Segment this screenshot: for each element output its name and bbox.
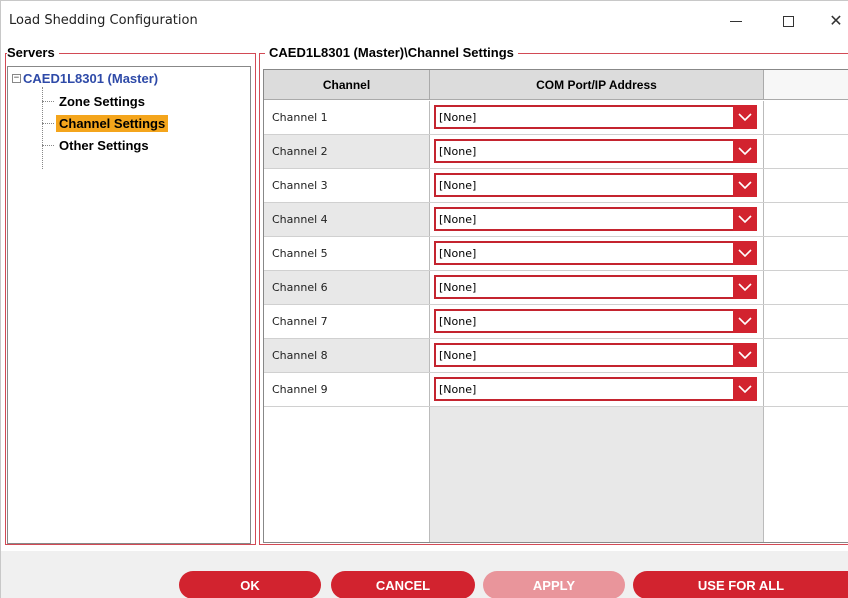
address-cell: [None] [430, 203, 764, 236]
table-row: Channel 9 [None] [264, 373, 848, 407]
dropdown-value: [None] [439, 110, 477, 124]
address-dropdown[interactable]: [None] [434, 139, 757, 163]
tree-branch-line [42, 145, 54, 146]
minimize-icon [730, 20, 742, 22]
chevron-down-icon[interactable] [733, 105, 757, 129]
window-title: Load Shedding Configuration [9, 13, 198, 28]
collapse-icon[interactable]: − [12, 74, 21, 83]
dropdown-value: [None] [439, 280, 477, 294]
table-row: Channel 8 [None] [264, 339, 848, 373]
channel-cell: Channel 2 [264, 135, 430, 168]
empty-grid-area [264, 407, 430, 542]
dropdown-value: [None] [439, 246, 477, 260]
channel-cell: Channel 9 [264, 373, 430, 406]
dropdown-value: [None] [439, 144, 477, 158]
address-cell: [None] [430, 135, 764, 168]
table-row: Channel 3 [None] [264, 169, 848, 203]
address-dropdown[interactable]: [None] [434, 377, 757, 401]
table-row: Channel 4 [None] [264, 203, 848, 237]
address-dropdown[interactable]: [None] [434, 309, 757, 333]
address-cell: [None] [430, 101, 764, 134]
dropdown-value: [None] [439, 382, 477, 396]
address-dropdown[interactable]: [None] [434, 275, 757, 299]
dropdown-value: [None] [439, 314, 477, 328]
dropdown-value: [None] [439, 348, 477, 362]
tree-branch-line [42, 123, 54, 124]
column-header-blank [764, 70, 848, 100]
servers-group-title: Servers [7, 45, 59, 60]
maximize-icon [782, 15, 794, 27]
close-button[interactable]: ✕ [821, 9, 848, 33]
column-header-com-port[interactable]: COM Port/IP Address [430, 70, 764, 100]
address-dropdown[interactable]: [None] [434, 173, 757, 197]
minimize-button[interactable] [721, 9, 751, 33]
use-for-all-button[interactable]: USE FOR ALL [633, 571, 848, 598]
channel-settings-group-title: CAED1L8301 (Master)\Channel Settings [265, 45, 518, 60]
address-cell: [None] [430, 373, 764, 406]
address-cell: [None] [430, 271, 764, 304]
tree-root-node[interactable]: − CAED1L8301 (Master) [12, 71, 158, 86]
channel-cell: Channel 6 [264, 271, 430, 304]
apply-button[interactable]: APPLY [483, 571, 625, 598]
tree-item-label[interactable]: Other Settings [56, 137, 152, 154]
address-cell: [None] [430, 305, 764, 338]
dropdown-value: [None] [439, 212, 477, 226]
chevron-down-icon[interactable] [733, 173, 757, 197]
servers-tree[interactable]: − CAED1L8301 (Master) Zone Settings Chan… [7, 66, 251, 544]
channel-cell: Channel 1 [264, 101, 430, 134]
table-row: Channel 1 [None] [264, 101, 848, 135]
ok-button[interactable]: OK [179, 571, 321, 598]
address-dropdown[interactable]: [None] [434, 207, 757, 231]
address-dropdown[interactable]: [None] [434, 343, 757, 367]
address-cell: [None] [430, 237, 764, 270]
chevron-down-icon[interactable] [733, 207, 757, 231]
load-shedding-config-window: Load Shedding Configuration ✕ Servers − … [0, 0, 848, 598]
chevron-down-icon[interactable] [733, 241, 757, 265]
close-icon: ✕ [829, 13, 843, 30]
address-dropdown[interactable]: [None] [434, 105, 757, 129]
cancel-button[interactable]: CANCEL [331, 571, 475, 598]
table-row: Channel 7 [None] [264, 305, 848, 339]
column-header-channel[interactable]: Channel [264, 70, 430, 100]
title-bar: Load Shedding Configuration ✕ [1, 1, 848, 41]
channel-cell: Channel 5 [264, 237, 430, 270]
tree-item-label[interactable]: Channel Settings [56, 115, 169, 132]
table-row: Channel 2 [None] [264, 135, 848, 169]
channel-cell: Channel 4 [264, 203, 430, 236]
dialog-content: Servers − CAED1L8301 (Master) Zone Setti… [1, 41, 848, 551]
address-cell: [None] [430, 169, 764, 202]
table-row: Channel 5 [None] [264, 237, 848, 271]
chevron-down-icon[interactable] [733, 139, 757, 163]
empty-grid-area [430, 407, 764, 542]
tree-item-zone-settings[interactable]: Zone Settings [42, 93, 148, 110]
dropdown-value: [None] [439, 178, 477, 192]
chevron-down-icon[interactable] [733, 275, 757, 299]
address-dropdown[interactable]: [None] [434, 241, 757, 265]
chevron-down-icon[interactable] [733, 309, 757, 333]
tree-root-label[interactable]: CAED1L8301 (Master) [23, 71, 158, 86]
channel-grid: Channel COM Port/IP Address Channel 1 [N… [263, 69, 848, 543]
chevron-down-icon[interactable] [733, 377, 757, 401]
channel-cell: Channel 3 [264, 169, 430, 202]
button-bar: OK CANCEL APPLY USE FOR ALL [1, 551, 848, 598]
channel-cell: Channel 8 [264, 339, 430, 372]
tree-item-other-settings[interactable]: Other Settings [42, 137, 152, 154]
tree-item-label[interactable]: Zone Settings [56, 93, 148, 110]
address-cell: [None] [430, 339, 764, 372]
tree-item-channel-settings[interactable]: Channel Settings [42, 115, 169, 132]
maximize-button[interactable] [773, 9, 803, 33]
table-row: Channel 6 [None] [264, 271, 848, 305]
chevron-down-icon[interactable] [733, 343, 757, 367]
channel-cell: Channel 7 [264, 305, 430, 338]
tree-branch-line [42, 101, 54, 102]
